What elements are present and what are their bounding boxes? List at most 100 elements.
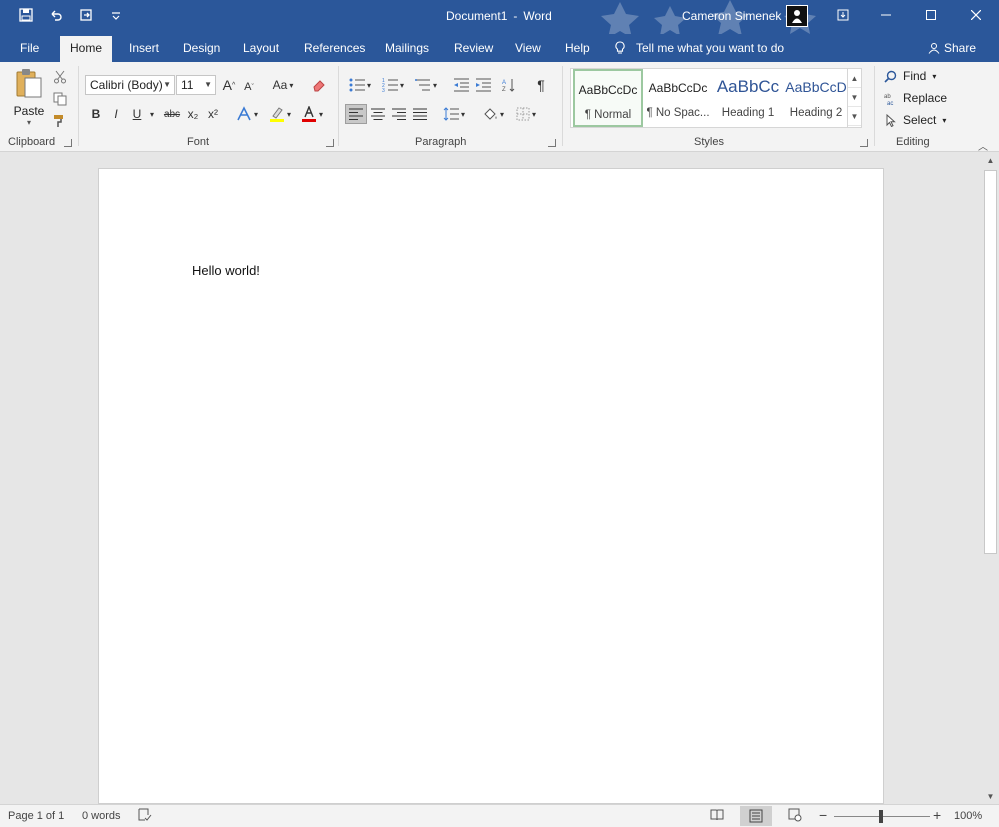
- gallery-scroll-up[interactable]: ▲: [848, 69, 861, 88]
- tab-references[interactable]: References: [294, 34, 375, 62]
- style-sample: AaBbCcDc: [648, 81, 708, 95]
- strikethrough-button[interactable]: abc: [162, 104, 182, 124]
- tab-review[interactable]: Review: [444, 34, 503, 62]
- find-button[interactable]: Find ▾: [884, 66, 936, 86]
- group-divider: [562, 66, 563, 146]
- scroll-up-button[interactable]: ▲: [982, 152, 999, 168]
- read-mode-button[interactable]: [710, 808, 724, 825]
- web-layout-button[interactable]: [788, 808, 802, 825]
- italic-button[interactable]: I: [108, 104, 124, 124]
- grow-font-button[interactable]: A ^: [221, 75, 237, 95]
- zoom-level[interactable]: 100%: [954, 810, 982, 822]
- redo-button[interactable]: [78, 7, 94, 23]
- tab-mailings[interactable]: Mailings: [375, 34, 439, 62]
- styles-dialog-launcher[interactable]: [860, 139, 868, 147]
- word-count[interactable]: 0 words: [82, 810, 121, 822]
- align-right-button[interactable]: [389, 104, 409, 124]
- bullets-button[interactable]: ▾: [346, 75, 374, 95]
- change-case-button[interactable]: Aa ▾: [269, 75, 297, 95]
- replace-button[interactable]: ab ac Replace: [884, 88, 947, 108]
- tab-file[interactable]: File: [10, 34, 49, 62]
- select-button[interactable]: Select ▾: [884, 110, 946, 130]
- justify-button[interactable]: [410, 104, 430, 124]
- tab-home[interactable]: Home: [60, 36, 113, 62]
- highlight-color-button[interactable]: ▾: [266, 104, 294, 124]
- highlighter-icon: [269, 107, 284, 122]
- select-label: Select: [903, 113, 937, 127]
- style-heading-2[interactable]: AaBbCcD Heading 2: [781, 69, 851, 127]
- align-center-button[interactable]: [368, 104, 388, 124]
- proofing-button[interactable]: [138, 808, 152, 825]
- copy-button[interactable]: [51, 90, 69, 108]
- borders-button[interactable]: ▾: [512, 104, 540, 124]
- shading-button[interactable]: ▾: [479, 104, 507, 124]
- collapse-ribbon-button[interactable]: ︿: [978, 138, 988, 153]
- title-bar: Document1 - Word Cameron Simenek: [0, 0, 999, 34]
- scroll-down-button[interactable]: ▼: [982, 788, 999, 804]
- underline-dropdown[interactable]: ▾: [147, 104, 157, 124]
- quick-access-toolbar: [18, 7, 124, 23]
- line-spacing-button[interactable]: ▾: [440, 104, 468, 124]
- tab-insert[interactable]: Insert: [119, 34, 169, 62]
- font-name-combo[interactable]: Calibri (Body) ▼: [85, 75, 175, 95]
- tab-help[interactable]: Help: [555, 34, 600, 62]
- avatar[interactable]: [786, 5, 808, 27]
- print-layout-button[interactable]: [740, 806, 772, 826]
- subscript-button[interactable]: x₂: [185, 104, 201, 124]
- superscript-button[interactable]: x²: [205, 104, 221, 124]
- shrink-font-button[interactable]: Aˇ: [242, 77, 256, 97]
- zoom-slider-thumb[interactable]: [879, 810, 883, 823]
- numbering-icon: 123: [382, 78, 398, 92]
- share-button[interactable]: Share: [928, 34, 976, 62]
- align-left-button[interactable]: [345, 104, 367, 124]
- scrollbar-thumb[interactable]: [984, 170, 997, 554]
- decrease-indent-button[interactable]: [451, 75, 471, 95]
- underline-button[interactable]: U: [129, 104, 145, 124]
- paragraph-dialog-launcher[interactable]: [548, 139, 556, 147]
- user-name[interactable]: Cameron Simenek: [682, 9, 781, 23]
- document-text[interactable]: Hello world!: [192, 263, 260, 278]
- clear-formatting-button[interactable]: [310, 75, 328, 95]
- multilevel-list-button[interactable]: ▾: [412, 75, 440, 95]
- increase-indent-icon: [476, 78, 491, 92]
- cut-button[interactable]: [51, 68, 69, 86]
- paragraph-group-label: Paragraph: [415, 136, 467, 148]
- font-dialog-launcher[interactable]: [326, 139, 334, 147]
- justify-icon: [413, 108, 427, 120]
- sort-button[interactable]: AZ: [500, 75, 518, 95]
- gallery-more-button[interactable]: ▼: [848, 107, 861, 126]
- tell-me-search[interactable]: Tell me what you want to do: [614, 34, 784, 62]
- gallery-scroll-down[interactable]: ▼: [848, 88, 861, 107]
- paste-button[interactable]: Paste ▾: [14, 68, 44, 130]
- zoom-out-button[interactable]: −: [819, 807, 827, 823]
- style-no-spacing[interactable]: AaBbCcDc ¶ No Spac...: [643, 69, 713, 127]
- text-effects-button[interactable]: ▾: [233, 104, 261, 124]
- customize-qat-button[interactable]: [108, 7, 124, 23]
- cursor-arrow-icon: [886, 113, 896, 127]
- page-count[interactable]: Page 1 of 1: [8, 810, 64, 822]
- increase-indent-button[interactable]: [473, 75, 493, 95]
- format-painter-button[interactable]: [51, 112, 69, 130]
- minimize-button[interactable]: [863, 0, 909, 30]
- document-page[interactable]: Hello world!: [98, 168, 884, 804]
- font-color-button[interactable]: ▾: [298, 104, 326, 124]
- zoom-in-button[interactable]: +: [933, 807, 941, 823]
- clipboard-dialog-launcher[interactable]: [64, 139, 72, 147]
- tab-design[interactable]: Design: [173, 34, 230, 62]
- show-formatting-marks-button[interactable]: ¶: [532, 75, 550, 95]
- font-size-combo[interactable]: 11 ▼: [176, 75, 216, 95]
- bold-button[interactable]: B: [88, 104, 104, 124]
- ribbon-display-options-button[interactable]: [820, 0, 866, 30]
- vertical-scrollbar[interactable]: ▲ ▼: [982, 152, 999, 804]
- tab-view[interactable]: View: [505, 34, 551, 62]
- tab-layout[interactable]: Layout: [233, 34, 289, 62]
- undo-button[interactable]: [48, 7, 64, 23]
- maximize-button[interactable]: [908, 0, 954, 30]
- save-button[interactable]: [18, 7, 34, 23]
- numbering-button[interactable]: 123 ▾: [379, 75, 407, 95]
- clipboard-group-label: Clipboard: [8, 136, 56, 148]
- chevron-down-icon: ▼: [163, 80, 171, 89]
- close-button[interactable]: [953, 0, 999, 30]
- style-normal[interactable]: AaBbCcDc ¶ Normal: [573, 69, 643, 127]
- style-heading-1[interactable]: AaBbCc Heading 1: [713, 69, 783, 127]
